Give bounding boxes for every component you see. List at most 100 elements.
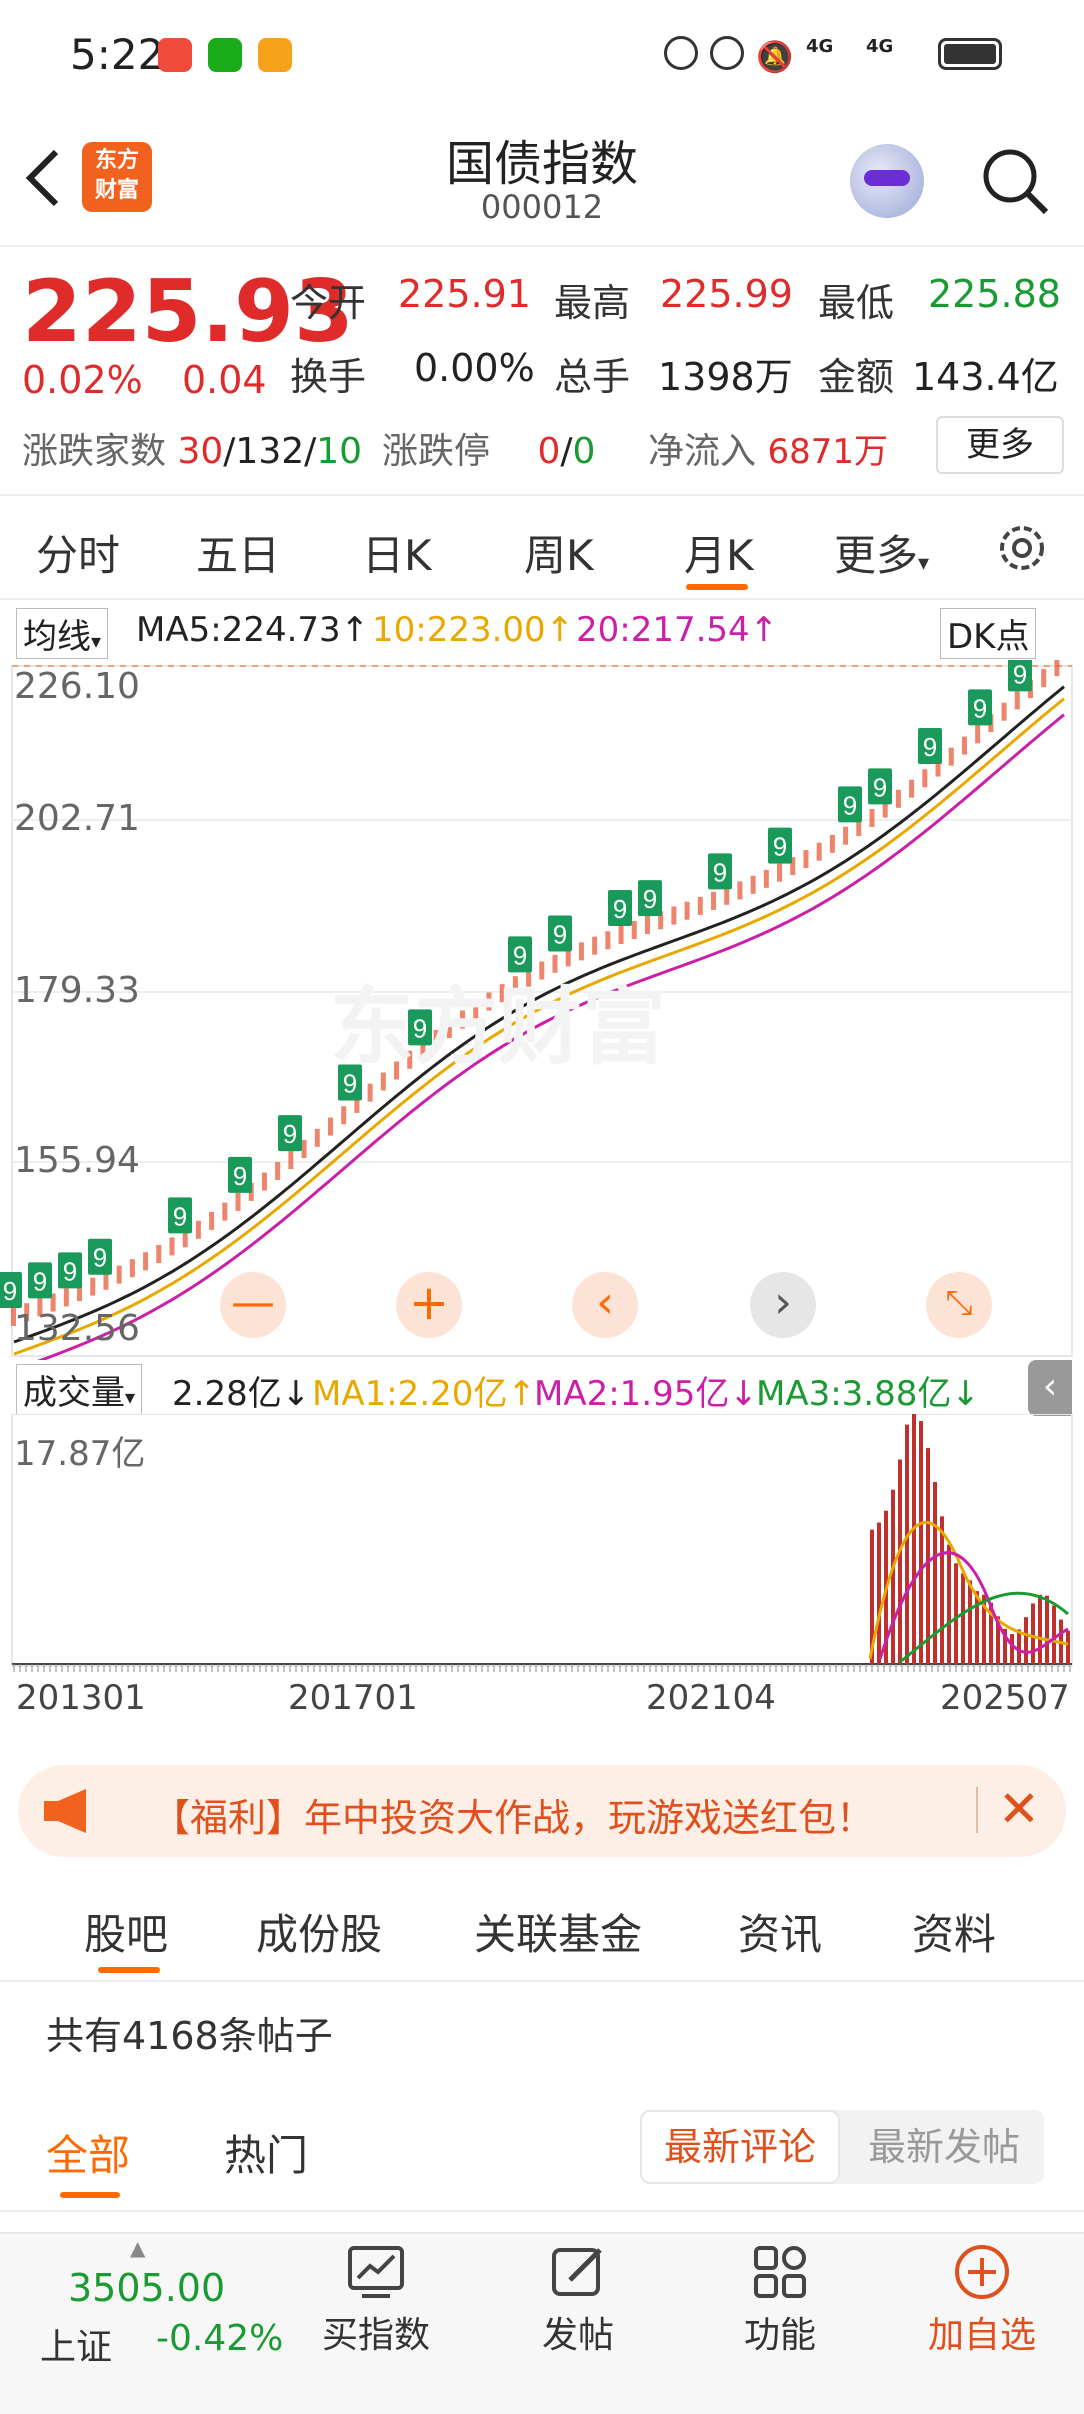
candle bbox=[156, 1245, 162, 1264]
candle bbox=[222, 1202, 228, 1221]
volume-chart[interactable]: 17.87亿 201301 201701 202104 202507 bbox=[0, 1403, 1084, 1744]
gear-icon bbox=[1000, 526, 1044, 570]
candle bbox=[948, 747, 954, 766]
fullscreen-button[interactable]: ⤡ bbox=[926, 1272, 992, 1338]
promo-banner[interactable]: 【福利】年中投资大作战，玩游戏送红包！ ✕ bbox=[18, 1765, 1066, 1857]
edit-icon bbox=[552, 2248, 602, 2296]
sort-latest-comment[interactable]: 最新评论 bbox=[640, 2110, 840, 2184]
candle bbox=[275, 1161, 281, 1180]
post-count: 共有4168条帖子 bbox=[46, 2014, 333, 2058]
signal-icon-2: 4G bbox=[866, 36, 894, 57]
y-axis-label-4: 155.94 bbox=[14, 1140, 140, 1181]
tab-monthly-k[interactable]: 月K bbox=[684, 522, 754, 583]
svg-text:9: 9 bbox=[233, 1161, 247, 1191]
candle bbox=[1014, 691, 1020, 710]
new-post-button[interactable]: 发帖 bbox=[498, 2234, 658, 2358]
zoom-out-button[interactable]: — bbox=[220, 1272, 286, 1338]
tab-news[interactable]: 资讯 bbox=[738, 1901, 822, 1962]
candle bbox=[697, 896, 703, 915]
candle bbox=[209, 1211, 215, 1230]
signal-marker: 9 bbox=[228, 1156, 252, 1193]
candle bbox=[777, 863, 783, 882]
functions-button[interactable]: 功能 bbox=[700, 2234, 860, 2358]
signal-marker: 9 bbox=[968, 689, 992, 726]
robot-assistant-icon[interactable] bbox=[850, 144, 924, 218]
media-icon bbox=[258, 38, 292, 72]
market-index-ticker[interactable]: ▲ 3505.00 上证 -0.42% bbox=[0, 2234, 290, 2414]
volume-bar bbox=[940, 1516, 944, 1664]
net-inflow: 净流入 6871万 bbox=[648, 431, 888, 472]
tab-more[interactable]: 更多▾ bbox=[834, 522, 929, 583]
candle bbox=[301, 1140, 307, 1159]
volume-bar bbox=[1066, 1630, 1070, 1664]
signal-marker: 9 bbox=[548, 915, 572, 952]
candle bbox=[618, 925, 624, 944]
candle bbox=[763, 869, 769, 888]
vol-ma1: MA1:2.20亿↑ bbox=[312, 1374, 536, 1414]
new-post-label: 发帖 bbox=[541, 2315, 614, 2356]
close-banner-button[interactable]: ✕ bbox=[994, 1781, 1044, 1837]
volume-bar bbox=[891, 1489, 895, 1664]
candle bbox=[737, 881, 743, 900]
ma-legend: 均线▾ MA5:224.73↑ 10:223.00↑ 20:217.54↑ DK… bbox=[0, 600, 1084, 660]
tab-guba[interactable]: 股吧 bbox=[84, 1901, 168, 1962]
add-watchlist-button[interactable]: 加自选 bbox=[902, 2234, 1062, 2358]
volume-bar bbox=[1024, 1617, 1028, 1664]
candle bbox=[750, 875, 756, 894]
add-circle-icon bbox=[955, 2245, 1009, 2299]
candle bbox=[341, 1106, 347, 1125]
volume-value: 1398万 bbox=[658, 355, 793, 399]
volume-bar bbox=[912, 1403, 916, 1664]
scroll-left-button[interactable]: ‹ bbox=[572, 1272, 638, 1338]
zoom-in-button[interactable]: + bbox=[396, 1272, 462, 1338]
chart-trend-icon bbox=[348, 2246, 404, 2298]
volume-selector[interactable]: 成交量▾ bbox=[16, 1364, 143, 1415]
indicator-selector[interactable]: 均线▾ bbox=[16, 608, 109, 659]
candle bbox=[605, 931, 611, 950]
more-button[interactable]: 更多 bbox=[936, 416, 1064, 474]
ma5-value: MA5:224.73↑ bbox=[136, 610, 370, 650]
settings-button[interactable] bbox=[994, 520, 1050, 576]
filter-all[interactable]: 全部 bbox=[46, 2122, 130, 2183]
signal-icon-1: 4G bbox=[806, 36, 834, 57]
volume-bar bbox=[1045, 1595, 1049, 1664]
k-line-chart[interactable]: 99999999999999999999 226.10 202.71 179.3… bbox=[0, 655, 1084, 1372]
signal-marker: 9 bbox=[0, 1272, 22, 1308]
candle bbox=[922, 769, 928, 788]
svg-text:9: 9 bbox=[873, 772, 887, 802]
volume-bar bbox=[975, 1591, 979, 1664]
buy-index-button[interactable]: 买指数 bbox=[296, 2234, 456, 2358]
signal-marker: 9 bbox=[708, 853, 732, 890]
volume-bar bbox=[1031, 1603, 1035, 1664]
low-label: 最低 bbox=[818, 281, 895, 325]
svg-text:9: 9 bbox=[173, 1201, 187, 1231]
change-amount: 0.04 bbox=[182, 358, 267, 402]
signal-marker: 9 bbox=[1008, 655, 1032, 692]
svg-text:9: 9 bbox=[843, 790, 857, 820]
volume-label: 总手 bbox=[554, 355, 631, 399]
svg-text:9: 9 bbox=[713, 857, 727, 887]
search-button[interactable] bbox=[980, 146, 1050, 216]
tab-related-funds[interactable]: 关联基金 bbox=[474, 1901, 642, 1962]
tab-daily-k[interactable]: 日K bbox=[362, 522, 432, 583]
tab-five-day[interactable]: 五日 bbox=[196, 522, 280, 583]
tab-weekly-k[interactable]: 周K bbox=[524, 522, 594, 583]
tab-profile[interactable]: 资料 bbox=[912, 1901, 996, 1962]
filter-hot[interactable]: 热门 bbox=[224, 2122, 308, 2183]
svg-text:9: 9 bbox=[33, 1266, 47, 1296]
high-label: 最高 bbox=[554, 281, 631, 325]
collapse-panel-button[interactable]: ‹ bbox=[1028, 1360, 1072, 1416]
divider bbox=[976, 1787, 978, 1833]
tab-intraday[interactable]: 分时 bbox=[36, 522, 120, 583]
signal-marker: 9 bbox=[638, 880, 662, 917]
dk-point-button[interactable]: DK点 bbox=[940, 608, 1037, 659]
volume-bar bbox=[1010, 1633, 1014, 1664]
scroll-right-button[interactable]: › bbox=[750, 1272, 816, 1338]
tab-constituents[interactable]: 成份股 bbox=[256, 1901, 382, 1962]
post-filter: 全部 热门 最新评论 最新发帖 bbox=[0, 2100, 1084, 2212]
svg-text:9: 9 bbox=[773, 832, 787, 862]
volume-bar bbox=[947, 1544, 951, 1664]
app-notification-icon bbox=[158, 38, 192, 72]
sort-latest-post[interactable]: 最新发帖 bbox=[844, 2110, 1044, 2184]
candle bbox=[578, 942, 584, 961]
